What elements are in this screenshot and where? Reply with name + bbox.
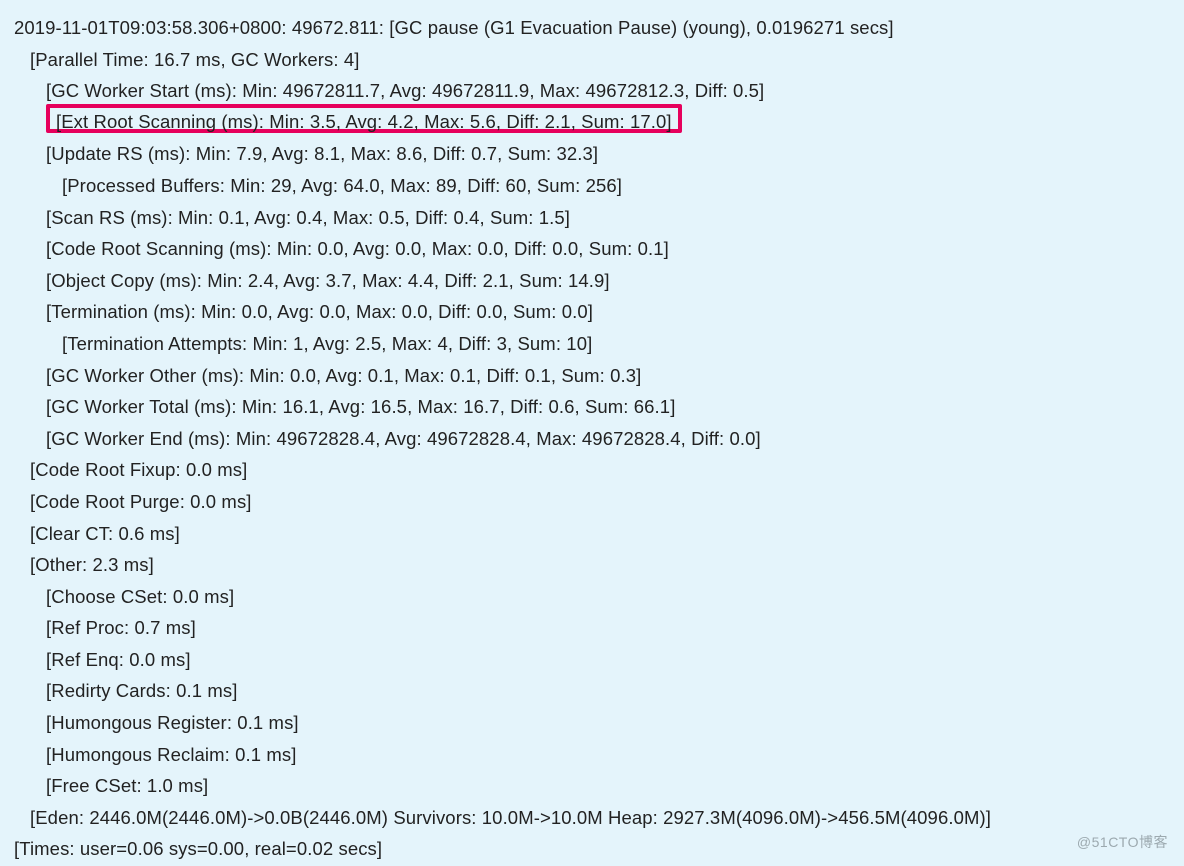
log-line: [Clear CT: 0.6 ms] — [0, 518, 1184, 550]
gc-log-block: 2019-11-01T09:03:58.306+0800: 49672.811:… — [0, 0, 1184, 865]
log-line: [GC Worker Other (ms): Min: 0.0, Avg: 0.… — [0, 360, 1184, 392]
log-line: [GC Worker Start (ms): Min: 49672811.7, … — [0, 75, 1184, 107]
log-line: [Ref Enq: 0.0 ms] — [0, 644, 1184, 676]
log-line: [Humongous Reclaim: 0.1 ms] — [0, 739, 1184, 771]
log-line: [Choose CSet: 0.0 ms] — [0, 581, 1184, 613]
log-line: [Free CSet: 1.0 ms] — [0, 770, 1184, 802]
log-line: [Object Copy (ms): Min: 2.4, Avg: 3.7, M… — [0, 265, 1184, 297]
log-line: 2019-11-01T09:03:58.306+0800: 49672.811:… — [0, 12, 1184, 44]
log-line: [Code Root Fixup: 0.0 ms] — [0, 454, 1184, 486]
log-line: [Parallel Time: 16.7 ms, GC Workers: 4] — [0, 44, 1184, 76]
log-line: [Times: user=0.06 sys=0.00, real=0.02 se… — [0, 833, 1184, 865]
watermark-text: @51CTO博客 — [1077, 832, 1168, 852]
log-line: [Eden: 2446.0M(2446.0M)->0.0B(2446.0M) S… — [0, 802, 1184, 834]
log-line-highlighted-wrapper: [Ext Root Scanning (ms): Min: 3.5, Avg: … — [0, 107, 1184, 139]
log-line: [Redirty Cards: 0.1 ms] — [0, 675, 1184, 707]
log-line: [Termination (ms): Min: 0.0, Avg: 0.0, M… — [0, 296, 1184, 328]
log-line: [Other: 2.3 ms] — [0, 549, 1184, 581]
log-line: [Code Root Scanning (ms): Min: 0.0, Avg:… — [0, 233, 1184, 265]
log-line: [GC Worker End (ms): Min: 49672828.4, Av… — [0, 423, 1184, 455]
log-line: [Scan RS (ms): Min: 0.1, Avg: 0.4, Max: … — [0, 202, 1184, 234]
log-line-highlighted: [Ext Root Scanning (ms): Min: 3.5, Avg: … — [46, 104, 682, 133]
log-line: [Ref Proc: 0.7 ms] — [0, 612, 1184, 644]
log-line: [Processed Buffers: Min: 29, Avg: 64.0, … — [0, 170, 1184, 202]
log-line: [Termination Attempts: Min: 1, Avg: 2.5,… — [0, 328, 1184, 360]
log-line: [Humongous Register: 0.1 ms] — [0, 707, 1184, 739]
log-line: [GC Worker Total (ms): Min: 16.1, Avg: 1… — [0, 391, 1184, 423]
log-line: [Code Root Purge: 0.0 ms] — [0, 486, 1184, 518]
log-line: [Update RS (ms): Min: 7.9, Avg: 8.1, Max… — [0, 138, 1184, 170]
